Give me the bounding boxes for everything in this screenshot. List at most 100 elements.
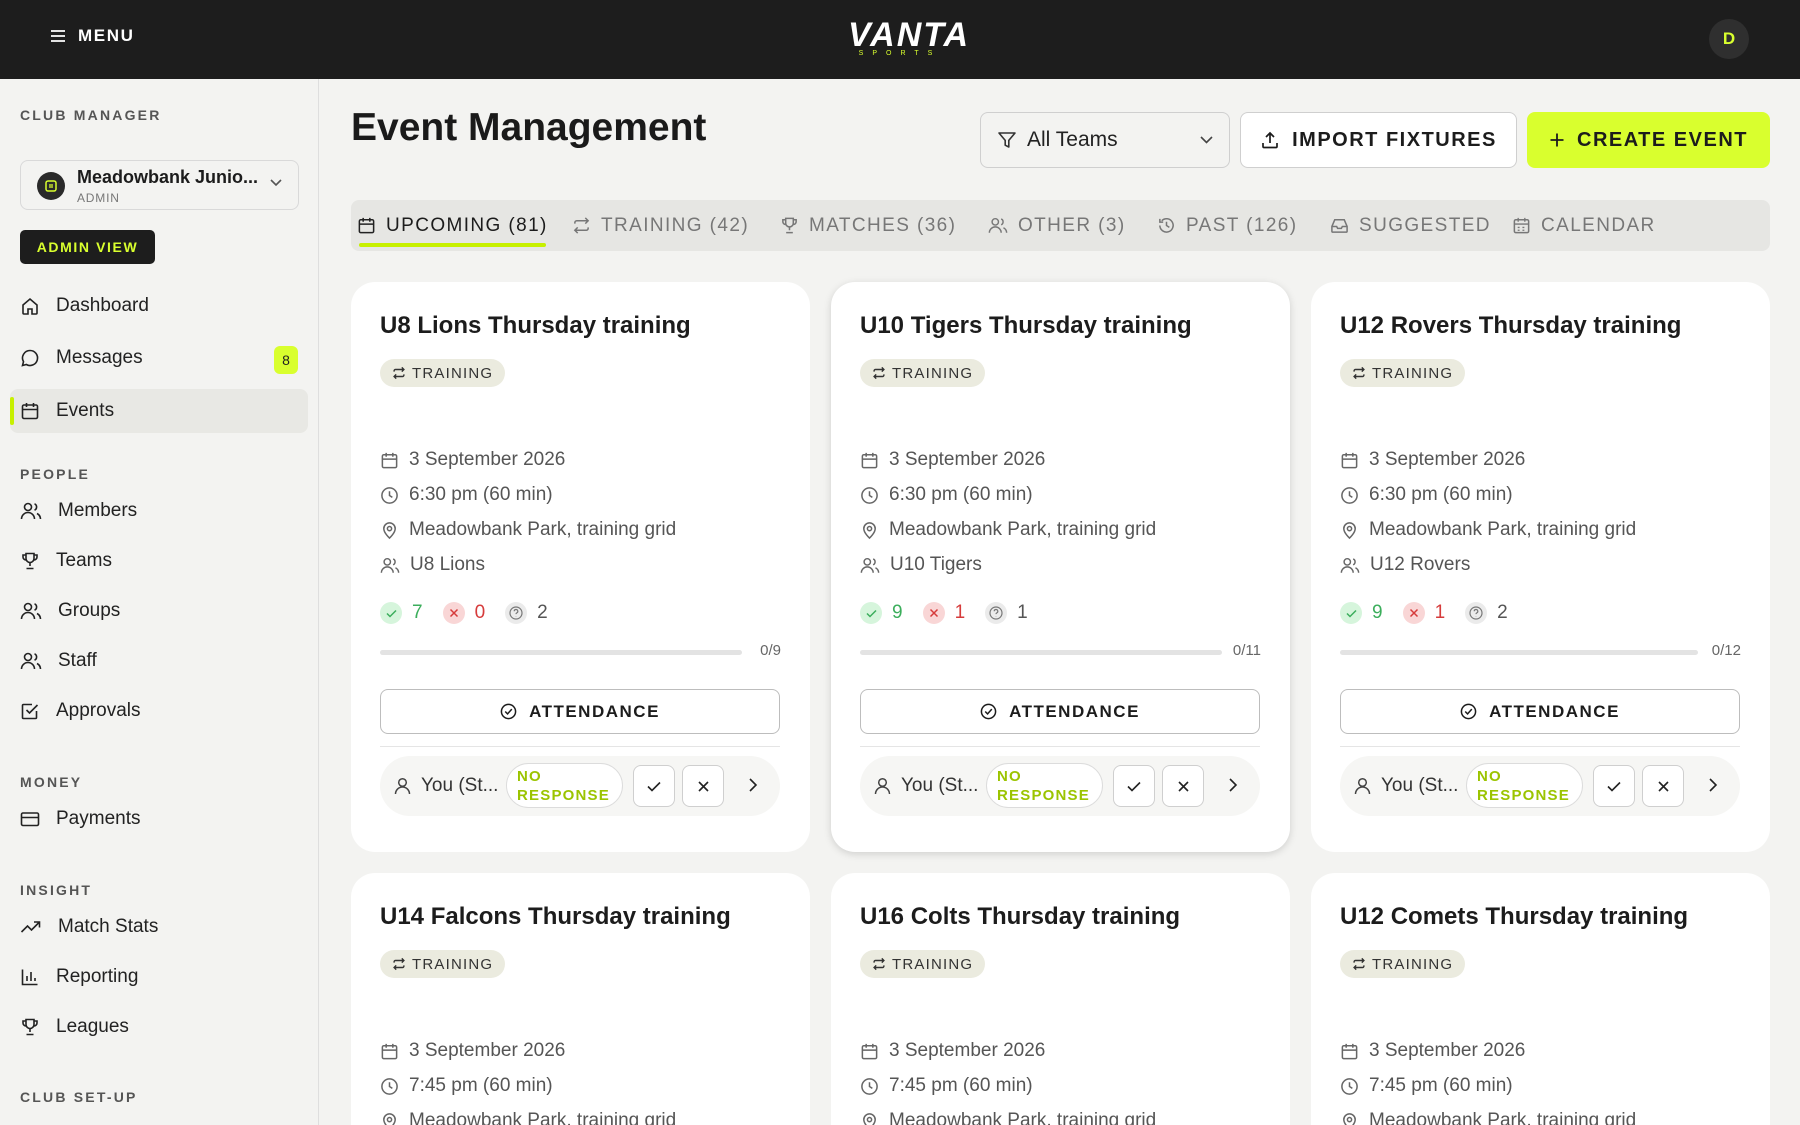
response-counts: 7 0 2	[380, 602, 548, 624]
user-avatar[interactable]: D	[1709, 19, 1749, 59]
users-icon	[988, 217, 1008, 233]
tab-training[interactable]: TRAINING (42)	[572, 200, 749, 251]
section-title-people: PEOPLE	[20, 466, 90, 482]
tab-past[interactable]: PAST (126)	[1157, 200, 1298, 251]
event-time: 7:45 pm (60 min)	[860, 1075, 1033, 1097]
chevron-down-icon	[1200, 136, 1213, 144]
event-title: U16 Colts Thursday training	[860, 903, 1181, 930]
brand-logo[interactable]: VANTA SPORTS	[848, 16, 971, 57]
no-count: 0	[474, 602, 486, 623]
event-team-text: U8 Lions	[410, 554, 485, 575]
accept-button[interactable]	[1593, 765, 1635, 807]
sidebar-item-members[interactable]: Members	[10, 489, 308, 533]
team-filter-select[interactable]: All Teams	[980, 112, 1230, 168]
event-card[interactable]: U16 Colts Thursday training TRAINING 3 S…	[831, 873, 1290, 1125]
tab-upcoming[interactable]: UPCOMING (81)	[357, 200, 548, 251]
club-selector[interactable]: Meadowbank Junio... ADMIN	[20, 160, 299, 210]
map-pin-icon	[383, 521, 396, 539]
attendance-label: ATTENDANCE	[1489, 701, 1620, 721]
hamburger-icon	[51, 30, 65, 42]
decline-button[interactable]	[1642, 765, 1684, 807]
decline-button[interactable]	[682, 765, 724, 807]
admin-view-badge[interactable]: ADMIN VIEW	[20, 230, 155, 264]
event-team: U10 Tigers	[860, 554, 982, 576]
response-user-name: You (St...	[1381, 775, 1459, 796]
calendar-icon	[381, 1043, 398, 1059]
sidebar-item-leagues[interactable]: Leagues	[10, 1005, 308, 1049]
menu-button[interactable]: MENU	[50, 26, 134, 46]
attendance-button[interactable]: ATTENDANCE	[1340, 689, 1740, 734]
event-card[interactable]: U12 Comets Thursday training TRAINING 3 …	[1311, 873, 1770, 1125]
map-pin-icon	[1343, 1112, 1356, 1125]
decline-button[interactable]	[1162, 765, 1204, 807]
sidebar-item-reporting[interactable]: Reporting	[10, 955, 308, 999]
response-user: You (St...	[874, 775, 978, 797]
attendance-button[interactable]: ATTENDANCE	[380, 689, 780, 734]
repeat-icon	[393, 957, 405, 971]
tab-matches[interactable]: MATCHES (36)	[780, 200, 956, 251]
event-card[interactable]: U14 Falcons Thursday training TRAINING 3…	[351, 873, 810, 1125]
check-icon	[1340, 602, 1362, 624]
sidebar-item-dashboard[interactable]: Dashboard	[10, 284, 308, 328]
sidebar-item-events[interactable]: Events	[10, 389, 308, 433]
attendance-ratio: 0/12	[1711, 642, 1741, 659]
accept-button[interactable]	[1113, 765, 1155, 807]
chevron-right-icon[interactable]	[1228, 777, 1238, 793]
event-team-text: U12 Rovers	[1370, 554, 1471, 575]
attendance-button[interactable]: ATTENDANCE	[860, 689, 1260, 734]
event-date-text: 3 September 2026	[889, 1040, 1046, 1061]
x-icon	[922, 602, 945, 624]
sidebar-item-groups[interactable]: Groups	[10, 589, 308, 633]
sidebar-item-payments[interactable]: Payments	[10, 797, 308, 841]
sidebar-item-label: Messages	[56, 347, 143, 368]
event-card[interactable]: U10 Tigers Thursday training TRAINING 3 …	[831, 282, 1290, 852]
event-type-label: TRAINING	[412, 955, 494, 973]
section-title-club-manager: CLUB MANAGER	[20, 107, 162, 123]
chevron-right-icon[interactable]	[748, 777, 758, 793]
event-time: 7:45 pm (60 min)	[1340, 1075, 1513, 1097]
event-location: Meadowbank Park, training grid	[1340, 1110, 1636, 1125]
tab-suggested[interactable]: SUGGESTED	[1330, 200, 1491, 251]
event-title: U8 Lions Thursday training	[380, 312, 691, 339]
sidebar-item-staff[interactable]: Staff	[10, 639, 308, 683]
check-circle-icon	[980, 703, 997, 720]
chevron-right-icon[interactable]	[1708, 777, 1718, 793]
event-type-tag: TRAINING	[380, 950, 506, 978]
event-type-label: TRAINING	[1372, 955, 1454, 973]
calendar-grid-icon	[1513, 217, 1530, 234]
sidebar-item-match-stats[interactable]: Match Stats	[10, 905, 308, 949]
event-time-text: 6:30 pm (60 min)	[409, 484, 553, 505]
event-date: 3 September 2026	[380, 1040, 565, 1062]
sidebar-item-teams[interactable]: Teams	[10, 539, 308, 583]
event-location: Meadowbank Park, training grid	[860, 519, 1156, 541]
event-location-text: Meadowbank Park, training grid	[409, 519, 677, 540]
yes-count: 7	[412, 602, 423, 623]
response-user: You (St...	[394, 775, 498, 797]
check-circle-icon	[500, 703, 517, 720]
tab-calendar[interactable]: CALENDAR	[1512, 200, 1656, 251]
event-time-text: 6:30 pm (60 min)	[889, 484, 1033, 505]
create-event-button[interactable]: CREATE EVENT	[1527, 112, 1770, 168]
import-fixtures-button[interactable]: IMPORT FIXTURES	[1240, 112, 1517, 168]
event-date: 3 September 2026	[1340, 1040, 1525, 1062]
response-status-badge: NO RESPONSE	[986, 763, 1103, 808]
sidebar-item-approvals[interactable]: Approvals	[10, 689, 308, 733]
tab-other[interactable]: OTHER (3)	[988, 200, 1126, 251]
check-icon	[1127, 781, 1141, 792]
calendar-icon	[861, 452, 878, 468]
event-title: U10 Tigers Thursday training	[860, 312, 1192, 339]
yes-count: 9	[892, 602, 903, 623]
event-date-text: 3 September 2026	[409, 449, 566, 470]
event-team: U8 Lions	[380, 554, 485, 576]
event-type-tag: TRAINING	[860, 359, 986, 387]
home-icon	[22, 297, 38, 315]
logo-text: VANTA	[848, 16, 971, 54]
tab-label: PAST (126)	[1186, 214, 1298, 236]
page-title: Event Management	[351, 106, 707, 149]
clock-icon	[381, 486, 398, 504]
users-icon	[20, 652, 42, 670]
event-card[interactable]: U12 Rovers Thursday training TRAINING 3 …	[1311, 282, 1770, 852]
sidebar-item-messages[interactable]: Messages 8	[10, 336, 308, 380]
event-card[interactable]: U8 Lions Thursday training TRAINING 3 Se…	[351, 282, 810, 852]
accept-button[interactable]	[633, 765, 675, 807]
